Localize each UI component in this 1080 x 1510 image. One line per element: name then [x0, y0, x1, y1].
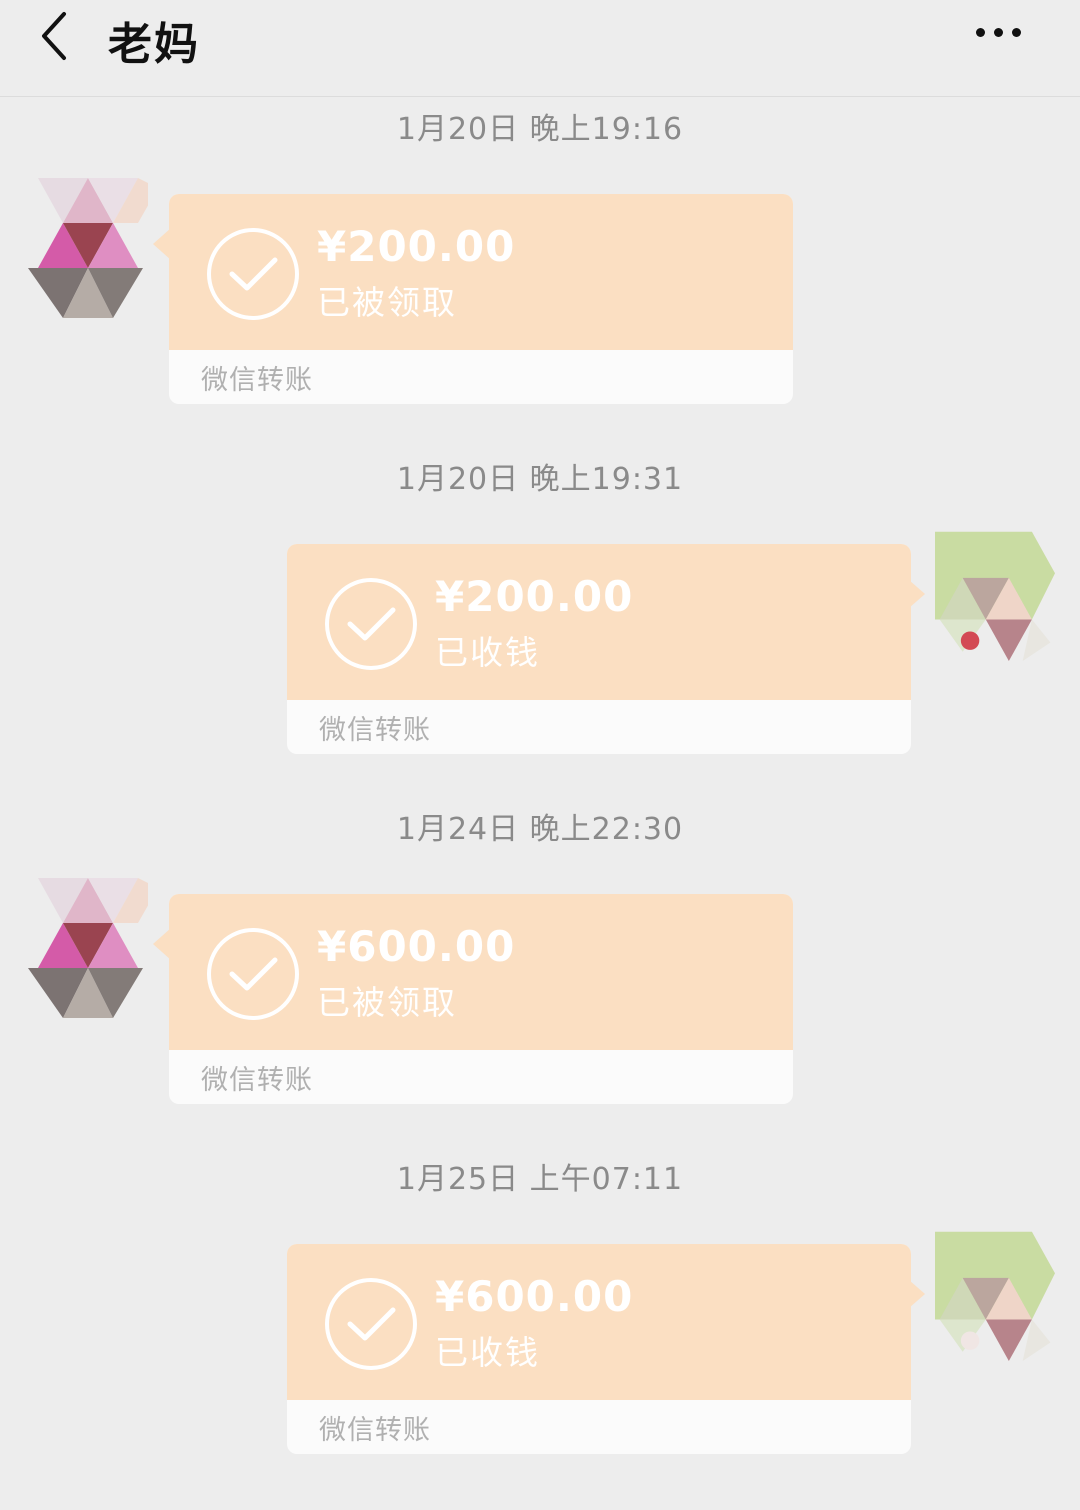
transfer-amount: ¥200.00 — [317, 222, 516, 271]
check-circle-icon — [207, 228, 299, 320]
transfer-status: 已被领取 — [317, 283, 457, 322]
message-timestamp: 1月20日 晚上19:16 — [396, 112, 684, 147]
transfer-amount: ¥600.00 — [435, 1272, 634, 1321]
transfer-bubble[interactable]: ¥600.00 已被领取 微信转账 — [153, 894, 793, 1104]
bubble-tail — [909, 1280, 925, 1308]
chat-title: 老妈 — [108, 19, 200, 70]
transfer-footer-label: 微信转账 — [201, 1065, 313, 1096]
transfer-bubble-top: ¥200.00 已收钱 — [287, 544, 911, 700]
transfer-status: 已收钱 — [435, 1333, 540, 1372]
transfer-bubble[interactable]: ¥200.00 已收钱 微信转账 — [287, 544, 925, 754]
transfer-footer-label: 微信转账 — [201, 365, 313, 396]
check-circle-icon — [325, 578, 417, 670]
top-bar: 老妈 — [0, 0, 1080, 97]
contact-avatar[interactable] — [28, 878, 148, 1028]
transfer-bubble-top: ¥200.00 已被领取 — [169, 194, 793, 350]
message-timestamp: 1月20日 晚上19:31 — [396, 462, 684, 497]
more-dots-icon[interactable] — [976, 22, 1032, 46]
message-timestamp: 1月25日 上午07:11 — [396, 1162, 684, 1197]
transfer-footer-label: 微信转账 — [319, 1415, 431, 1446]
transfer-status: 已被领取 — [317, 983, 457, 1022]
transfer-bubble-top: ¥600.00 已收钱 — [287, 1244, 911, 1400]
user-avatar[interactable] — [935, 526, 1055, 676]
message-timestamp: 1月24日 晚上22:30 — [396, 812, 684, 847]
transfer-bubble[interactable]: ¥600.00 已收钱 微信转账 — [287, 1244, 925, 1454]
contact-avatar[interactable] — [28, 178, 148, 328]
transfer-amount: ¥200.00 — [435, 572, 634, 621]
bubble-tail — [909, 580, 925, 608]
check-circle-icon — [325, 1278, 417, 1370]
chevron-left-icon[interactable] — [36, 10, 76, 62]
transfer-status: 已收钱 — [435, 633, 540, 672]
transfer-bubble[interactable]: ¥200.00 已被领取 微信转账 — [153, 194, 793, 404]
user-avatar[interactable] — [935, 1226, 1055, 1376]
transfer-amount: ¥600.00 — [317, 922, 516, 971]
transfer-footer-label: 微信转账 — [319, 715, 431, 746]
check-circle-icon — [207, 928, 299, 1020]
transfer-bubble-top: ¥600.00 已被领取 — [169, 894, 793, 1050]
